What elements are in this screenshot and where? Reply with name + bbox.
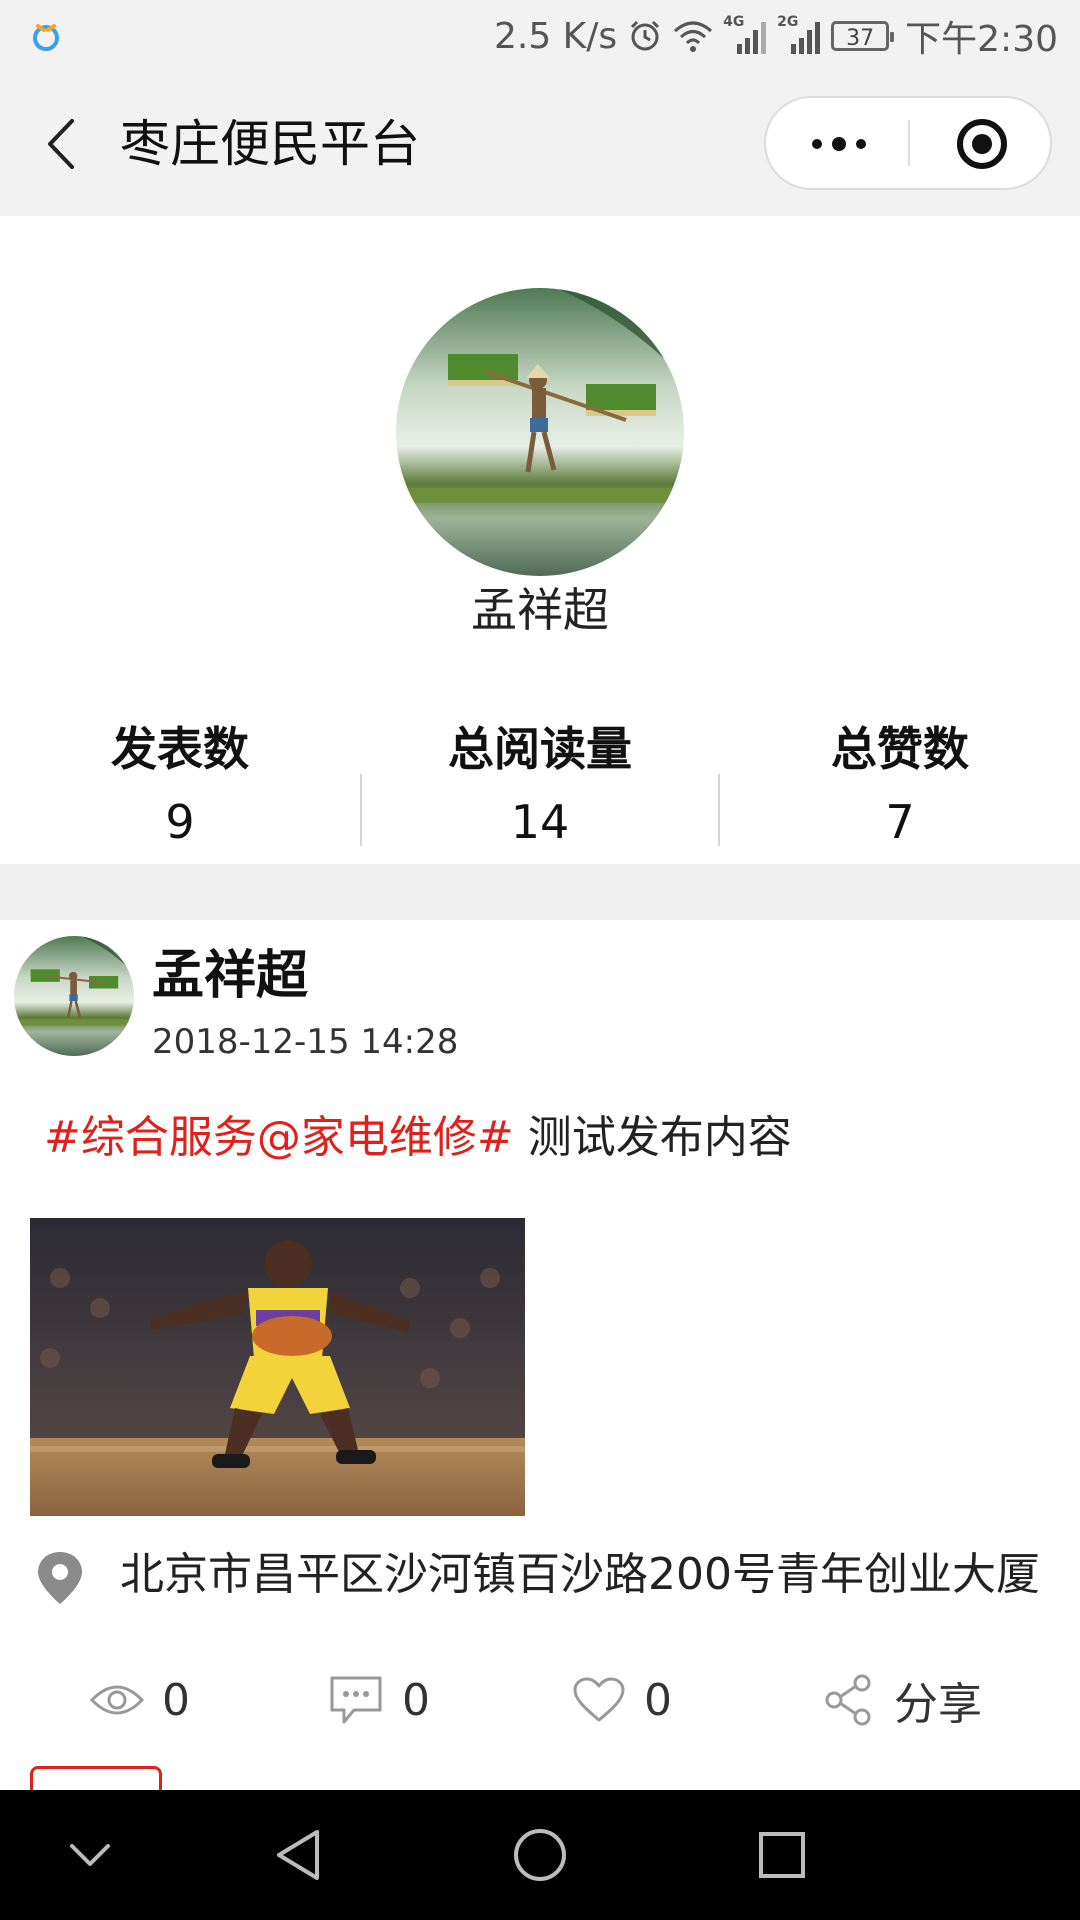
capsule-divider bbox=[908, 120, 910, 166]
post-body-text: 测试发布内容 bbox=[513, 1112, 792, 1163]
profile-section: 孟祥超 发表数 9 总阅读量 14 总赞数 7 bbox=[0, 216, 1080, 864]
post-location[interactable]: 北京市昌平区沙河镇百沙路200号青年创业大厦 bbox=[34, 1540, 1064, 1610]
stat-value: 9 bbox=[165, 795, 195, 849]
status-bar: 2.5 K/s 4G 2G 37 下午2:30 bbox=[0, 0, 1080, 72]
stat-likes[interactable]: 总赞数 7 bbox=[720, 718, 1080, 849]
stat-label: 发表数 bbox=[111, 722, 249, 776]
post-avatar[interactable] bbox=[14, 936, 134, 1056]
views-count: 0 bbox=[90, 1660, 190, 1740]
comment-count: 0 bbox=[402, 1674, 430, 1726]
post-image[interactable] bbox=[30, 1218, 525, 1516]
stat-label: 总赞数 bbox=[831, 722, 969, 776]
stat-reads[interactable]: 总阅读量 14 bbox=[360, 718, 720, 849]
avatar[interactable] bbox=[396, 288, 684, 576]
chevron-down-icon bbox=[70, 1844, 110, 1866]
stat-divider bbox=[360, 774, 362, 846]
share-label: 分享 bbox=[894, 1679, 982, 1730]
system-recents-button[interactable] bbox=[752, 1825, 812, 1885]
system-navigation-bar bbox=[0, 1790, 1080, 1920]
hide-keyboard-button[interactable] bbox=[60, 1825, 120, 1885]
signal-2g-icon: 2G bbox=[777, 14, 821, 56]
post-author[interactable]: 孟祥超 bbox=[152, 944, 308, 1008]
location-pin-icon bbox=[34, 1550, 86, 1606]
system-home-button[interactable] bbox=[510, 1825, 570, 1885]
square-recents-icon bbox=[759, 1832, 805, 1878]
like-count: 0 bbox=[644, 1674, 672, 1726]
share-icon bbox=[825, 1674, 871, 1726]
profile-name: 孟祥超 bbox=[471, 583, 609, 637]
back-button[interactable] bbox=[36, 114, 86, 174]
triangle-back-icon bbox=[277, 1830, 319, 1880]
page-title: 枣庄便民平台 bbox=[120, 115, 420, 173]
eye-icon bbox=[90, 1685, 144, 1715]
network-speed: 2.5 K/s bbox=[493, 15, 618, 57]
stat-value: 7 bbox=[885, 795, 915, 849]
post-content: #综合服务@家电维修# 测试发布内容 bbox=[44, 1108, 792, 1168]
wifi-icon bbox=[673, 19, 713, 53]
more-dots-icon bbox=[812, 137, 866, 151]
post-topic-tag[interactable]: #综合服务@家电维修# bbox=[44, 1112, 514, 1163]
circle-home-icon bbox=[514, 1829, 566, 1881]
post-timestamp: 2018-12-15 14:28 bbox=[152, 1022, 459, 1062]
stat-posts[interactable]: 发表数 9 bbox=[0, 718, 360, 849]
views-value: 0 bbox=[162, 1674, 190, 1726]
app-notification-icon bbox=[30, 20, 62, 52]
stat-label: 总阅读量 bbox=[448, 722, 632, 776]
comment-button[interactable]: 0 bbox=[328, 1660, 430, 1740]
comment-icon bbox=[330, 1676, 382, 1724]
signal-4g-icon: 4G bbox=[723, 14, 767, 56]
close-mini-program-button[interactable] bbox=[952, 114, 1012, 174]
more-button[interactable] bbox=[804, 124, 874, 164]
share-button[interactable]: 分享 bbox=[822, 1660, 982, 1740]
stats-row: 发表数 9 总阅读量 14 总赞数 7 bbox=[0, 718, 1080, 849]
stat-value: 14 bbox=[510, 795, 570, 849]
post-actions: 0 0 0 分享 bbox=[0, 1660, 1080, 1740]
system-back-button[interactable] bbox=[268, 1825, 328, 1885]
location-text: 北京市昌平区沙河镇百沙路200号青年创业大厦 bbox=[120, 1549, 1040, 1600]
mini-program-nav-bar: 枣庄便民平台 bbox=[0, 72, 1080, 216]
clock: 下午2:30 bbox=[905, 19, 1058, 60]
back-arrow-icon bbox=[48, 119, 74, 169]
avatar-image bbox=[396, 288, 684, 576]
target-close-icon bbox=[957, 119, 1007, 169]
battery-icon: 37 bbox=[831, 21, 895, 51]
heart-icon bbox=[573, 1677, 625, 1722]
basketball-player-photo bbox=[30, 1218, 525, 1516]
alarm-icon bbox=[627, 18, 663, 54]
avatar-image bbox=[14, 936, 134, 1056]
capsule-menu bbox=[764, 96, 1052, 190]
like-button[interactable]: 0 bbox=[572, 1660, 672, 1740]
section-divider bbox=[0, 864, 1080, 920]
post-card[interactable]: 孟祥超 2018-12-15 14:28 #综合服务@家电维修# 测试发布内容 bbox=[0, 920, 1080, 1799]
